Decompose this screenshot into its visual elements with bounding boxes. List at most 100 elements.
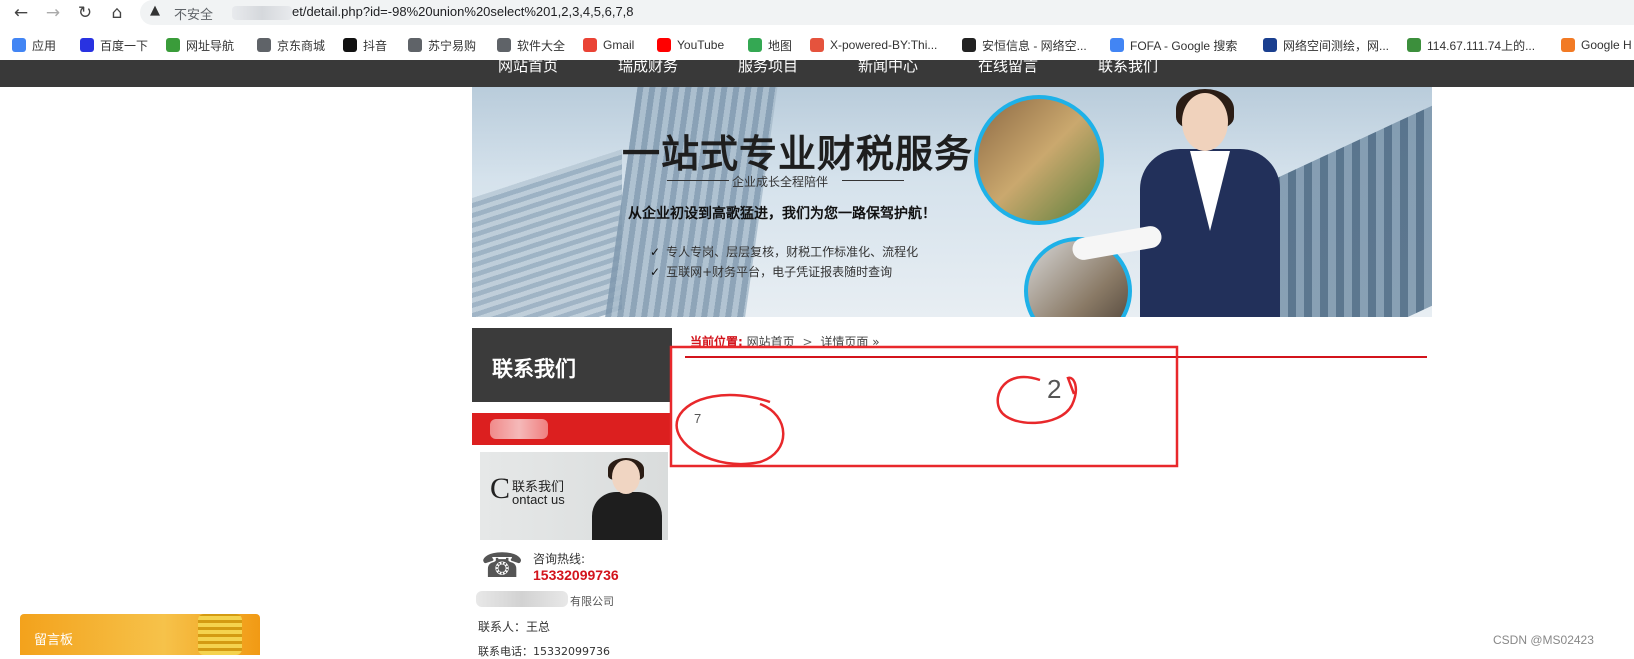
- banner-divider-left: [667, 180, 729, 181]
- bookmark-item[interactable]: 地图: [748, 36, 792, 54]
- content-divider: [685, 356, 1427, 358]
- message-board-label: 留言板: [34, 633, 74, 648]
- bookmark-item[interactable]: 网址导航: [166, 36, 234, 54]
- back-arrow-icon[interactable]: ←: [10, 2, 32, 24]
- annotation-circle-7: [675, 393, 785, 466]
- site-nav-item[interactable]: 新闻中心: [858, 60, 918, 76]
- banner-check-1: ✓ 专人专岗、层层复核，财税工作标准化、流程化: [650, 245, 919, 259]
- contact-image-letter: C: [490, 472, 511, 505]
- breadcrumb-home-link[interactable]: 网站首页: [747, 335, 795, 349]
- bookmark-label: YouTube: [677, 38, 725, 52]
- banner-divider-right: [842, 180, 904, 181]
- google-h-icon: [1561, 38, 1575, 52]
- contact-image-person: [592, 458, 662, 540]
- douyin-note-icon: [343, 38, 357, 52]
- bookmarks-bar: 应用 百度一下 网址导航 京东商城 抖音 苏宁易购 软件大全 Gmail YouTube 地图 X-…: [0, 30, 1634, 61]
- checkmark-icon: ✓: [650, 265, 661, 279]
- telephone-icon: ☎: [480, 546, 524, 586]
- sidebar-red-bar: [472, 413, 672, 445]
- globe-icon: [257, 38, 271, 52]
- apps-grid-icon: [12, 38, 26, 52]
- bookmark-item[interactable]: 应用: [12, 36, 56, 54]
- google-g-icon: [1110, 38, 1124, 52]
- bookmark-item[interactable]: 抖音: [343, 36, 387, 54]
- bookmark-item[interactable]: X-powered-BY:Thi...: [810, 36, 937, 54]
- site-nav-item[interactable]: 在线留言: [978, 60, 1038, 76]
- breadcrumb-label: 当前位置:: [690, 335, 743, 349]
- bookmark-item[interactable]: YouTube: [657, 36, 724, 54]
- checkmark-icon: ✓: [650, 245, 661, 259]
- forward-arrow-icon[interactable]: →: [42, 2, 64, 24]
- watermark: CSDN @MS02423: [1493, 633, 1594, 647]
- banner-building-center: [603, 87, 781, 317]
- breadcrumb: 当前位置: 网站首页 > 详情页面 »: [690, 333, 880, 350]
- bookmark-item[interactable]: 软件大全: [497, 36, 565, 54]
- puzzle-icon: [1407, 38, 1421, 52]
- bookmark-label: 地图: [768, 38, 793, 53]
- redacted-company-name: [490, 419, 548, 439]
- banner-building-left: [472, 149, 622, 317]
- bookmark-item[interactable]: 苏宁易购: [408, 36, 476, 54]
- bookmark-item[interactable]: Gmail: [583, 36, 634, 54]
- contact-image-en: ontact us: [512, 492, 565, 507]
- home-icon[interactable]: ⌂: [106, 2, 128, 24]
- sidebar-heading: 联系我们: [472, 328, 672, 402]
- injected-result-body: 7: [694, 411, 702, 426]
- hotline-label: 咨询热线:: [533, 552, 586, 566]
- site-nav-item[interactable]: 联系我们: [1098, 60, 1158, 76]
- banner-model-face: [1182, 93, 1228, 151]
- annotation-box: [669, 345, 1179, 468]
- url-text[interactable]: et/detail.php?id=-98%20union%20select%20…: [292, 4, 634, 19]
- url-input[interactable]: ▲ 不安全 et/detail.php?id=-98%20union%20sel…: [140, 0, 1634, 25]
- bookmark-label: X-powered-BY:Thi...: [830, 38, 938, 52]
- bookmark-label: 京东商城: [277, 38, 326, 53]
- bookmark-label: 安恒信息 - 网络空...: [982, 38, 1087, 53]
- breadcrumb-current: 详情页面 »: [820, 335, 880, 349]
- hero-banner: 一站式专业财税服务 企业成长全程陪伴 从企业初设到高歌猛进，我们为您一路保驾护航…: [472, 87, 1432, 317]
- browser-address-bar: ← → ↻ ⌂ ▲ 不安全 et/detail.php?id=-98%20uni…: [0, 0, 1634, 26]
- bookmark-item[interactable]: Google H: [1561, 36, 1632, 54]
- gmail-icon: [583, 38, 597, 52]
- contact-person: 联系人：王总: [478, 620, 551, 634]
- bookmark-label: 114.67.111.74上的...: [1427, 38, 1536, 53]
- youtube-icon: [657, 38, 671, 52]
- warning-triangle-icon: ▲: [150, 3, 160, 18]
- bookmark-item[interactable]: 京东商城: [257, 36, 325, 54]
- bookmark-label: 应用: [32, 38, 57, 53]
- reload-icon[interactable]: ↻: [74, 2, 96, 24]
- bookmark-label: FOFA - Google 搜索: [1130, 38, 1238, 53]
- maps-pin-icon: [748, 38, 762, 52]
- injected-result-title: 2: [1047, 374, 1062, 404]
- site-nav-item[interactable]: 服务项目: [738, 60, 798, 76]
- hotline-number: 15332099736: [533, 567, 619, 583]
- message-board-widget[interactable]: 留言板: [20, 614, 260, 655]
- globe-icon: [408, 38, 422, 52]
- bookmark-item[interactable]: 114.67.111.74上的...: [1407, 36, 1535, 54]
- baidu-paw-icon: [80, 38, 94, 52]
- rings-icon: [810, 38, 824, 52]
- bookmark-item[interactable]: FOFA - Google 搜索: [1110, 36, 1237, 54]
- contact-phone: 联系电话：15332099736: [478, 645, 610, 658]
- anheng-icon: [962, 38, 976, 52]
- site-nav: 网站首页 瑞成财务 服务项目 新闻中心 在线留言 联系我们: [0, 60, 1634, 87]
- sidebar-heading-text: 联系我们: [492, 357, 576, 381]
- globe-icon: [497, 38, 511, 52]
- annotation-circle-2: [996, 375, 1078, 425]
- bookmark-item[interactable]: 百度一下: [80, 36, 148, 54]
- contact-person-suit: [592, 492, 662, 540]
- site-nav-item[interactable]: 瑞成财务: [618, 60, 678, 76]
- company-name: 有限公司: [570, 595, 614, 608]
- bookmark-label: Gmail: [603, 38, 635, 52]
- bookmark-item[interactable]: 网络空间测绘，网...: [1263, 36, 1389, 54]
- banner-office-photo: [974, 95, 1104, 225]
- redacted-company-prefix: [476, 591, 568, 607]
- site-nav-item[interactable]: 网站首页: [498, 60, 558, 76]
- banner-check-2: ✓ 互联网+财务平台，电子凭证报表随时查询: [650, 265, 893, 279]
- breadcrumb-separator: >: [802, 335, 813, 349]
- fofa-icon: [1263, 38, 1277, 52]
- bookmark-label: Google H: [1581, 38, 1632, 52]
- nav-house-icon: [166, 38, 180, 52]
- security-label: 不安全: [174, 8, 214, 23]
- bookmark-item[interactable]: 安恒信息 - 网络空...: [962, 36, 1087, 54]
- bookmark-label: 苏宁易购: [428, 38, 477, 53]
